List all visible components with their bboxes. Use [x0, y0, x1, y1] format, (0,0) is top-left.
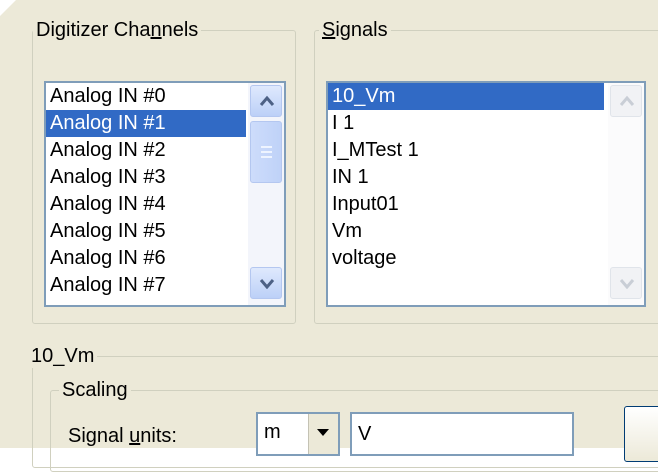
- unit-prefix-dropdown-button[interactable]: [308, 414, 338, 454]
- digitizer-channels-listbox[interactable]: Analog IN #0 Analog IN #1 Analog IN #2 Anal…: [44, 81, 286, 307]
- scaling-title: Scaling: [59, 378, 131, 402]
- list-item[interactable]: I 1: [328, 110, 604, 137]
- list-item[interactable]: Analog IN #5: [46, 218, 246, 245]
- list-item[interactable]: Analog IN #6: [46, 245, 246, 272]
- list-item[interactable]: Analog IN #7: [46, 272, 246, 299]
- list-item[interactable]: Analog IN #1: [46, 110, 246, 137]
- scroll-down-button[interactable]: [250, 267, 282, 299]
- chevron-down-icon: [259, 279, 275, 289]
- list-item[interactable]: IN 1: [328, 164, 604, 191]
- signals-listbox[interactable]: 10_Vm I 1 I_MTest 1 IN 1 Input01 Vm voltage: [326, 81, 646, 307]
- scroll-thumb[interactable]: [250, 121, 282, 183]
- list-item[interactable]: voltage: [328, 245, 604, 272]
- chevron-up-icon: [259, 95, 275, 106]
- list-item[interactable]: Analog IN #0: [46, 83, 246, 110]
- list-item[interactable]: Analog IN #2: [46, 137, 246, 164]
- signal-settings-title: 10_Vm: [28, 344, 98, 368]
- list-item[interactable]: Input01: [328, 191, 604, 218]
- list-item[interactable]: Analog IN #3: [46, 164, 246, 191]
- unit-prefix-combobox[interactable]: m: [256, 412, 340, 456]
- digitizer-channels-scrollbar[interactable]: [248, 83, 284, 305]
- chevron-down-icon: [619, 279, 635, 289]
- list-item[interactable]: Analog IN #4: [46, 191, 246, 218]
- signals-title: Signals: [319, 18, 391, 42]
- signal-units-input[interactable]: [352, 414, 572, 454]
- scroll-up-button-disabled: [610, 85, 642, 117]
- page-curl-corner: [0, 0, 16, 16]
- list-item[interactable]: Vm: [328, 218, 604, 245]
- list-item[interactable]: 10_Vm: [328, 83, 604, 110]
- partial-button[interactable]: [624, 406, 658, 462]
- scroll-down-button-disabled: [610, 267, 642, 299]
- list-item[interactable]: I_MTest 1: [328, 137, 604, 164]
- signals-scrollbar[interactable]: [608, 83, 644, 305]
- triangle-down-icon: [317, 429, 329, 436]
- unit-prefix-value: m: [264, 421, 281, 443]
- signal-units-label: Signal units:: [68, 425, 177, 447]
- digitizer-channels-title: Digitizer Channels: [33, 18, 202, 42]
- dialog-panel: Digitizer Channels Analog IN #0 Analog IN…: [0, 0, 658, 472]
- scroll-up-button[interactable]: [250, 85, 282, 117]
- signal-units-field[interactable]: [350, 412, 574, 456]
- chevron-up-icon: [619, 95, 635, 106]
